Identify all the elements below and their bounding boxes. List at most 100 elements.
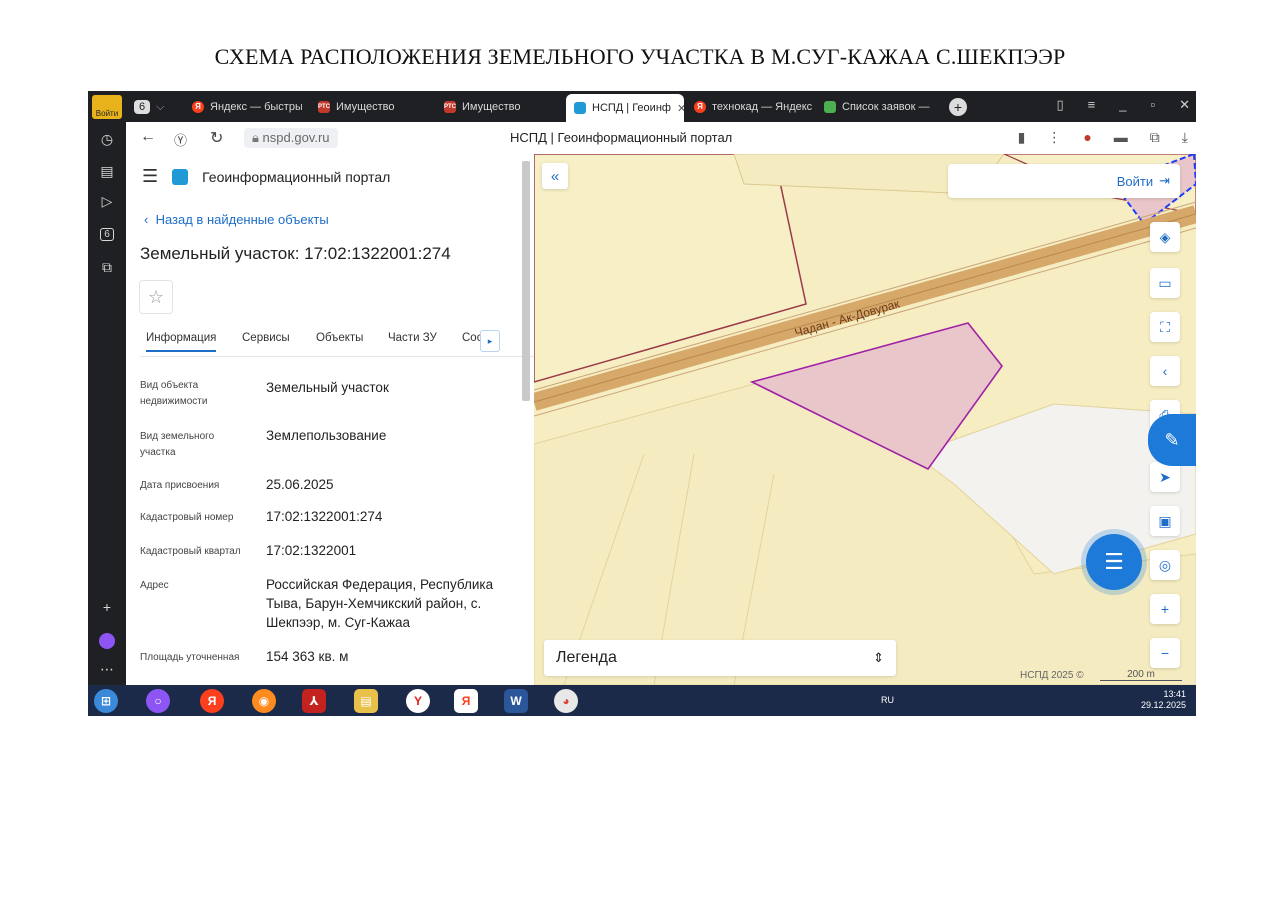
geolocation-button[interactable]: ◎ [1150, 550, 1180, 580]
chat-button[interactable]: ☰ [1086, 534, 1142, 590]
yandex-icon: Я [207, 694, 217, 708]
tab-information[interactable]: Информация [146, 332, 217, 352]
list-icon [824, 101, 836, 113]
yandex-home-icon[interactable]: Ⓨ [174, 130, 187, 149]
reload-icon[interactable]: ↻ [210, 128, 223, 148]
yandex-icon: Я [694, 101, 706, 113]
map-view[interactable]: Чадан - Ак-Довурак « Войти⇥ ◈ ▭ ⛶ ‹ ⎙ ➤ … [534, 154, 1196, 685]
minimap-button[interactable]: ▣ [1150, 506, 1180, 536]
tab-parts[interactable]: Части ЗУ [388, 332, 437, 344]
minimap-icon: ▣ [1158, 512, 1172, 529]
new-tab-button[interactable]: + [946, 95, 970, 119]
url-field[interactable]: 🔒︎ nspd.gov.ru [244, 128, 338, 148]
feedback-side-tab[interactable]: ✎ [1148, 414, 1196, 466]
feedback-icon: ✎ [1164, 429, 1180, 450]
login-badge[interactable]: Войти [92, 95, 122, 119]
portal-name: Геоинформационный портал [202, 168, 391, 185]
system-clock[interactable]: 13:41 29.12.2025 [1141, 689, 1186, 711]
extension-icon[interactable]: ● [1083, 129, 1091, 146]
layers-button[interactable]: ◈ [1150, 222, 1180, 252]
tabs-scroll-right-button[interactable]: ▸ [480, 330, 500, 352]
taskbar-chrome[interactable]: ◕ [554, 689, 578, 713]
more-icon[interactable]: ⋯ [97, 659, 117, 679]
map-attribution: НСПД 2025 © [1020, 670, 1084, 681]
folder-icon: ▤ [360, 694, 372, 708]
taskbar-explorer[interactable]: ▤ [354, 689, 378, 713]
favorite-button[interactable]: ☆ [139, 280, 173, 314]
collections-icon[interactable]: ▤ [97, 161, 117, 181]
tab-nspd[interactable]: НСПД | Геоинф ✕ [566, 94, 684, 122]
taskbar-acrobat[interactable]: ⅄ [302, 689, 326, 713]
label-object-kind: Вид объекта недвижимости [140, 380, 208, 407]
double-chevron-left-icon: « [550, 167, 560, 185]
minimize-icon[interactable]: _ [1119, 97, 1126, 113]
share-button[interactable]: ‹ [1150, 356, 1180, 386]
tab-objects[interactable]: Объекты [316, 332, 363, 344]
label-parcel-kind: Вид земельного участка [140, 431, 215, 458]
restore-icon[interactable]: ▫ [1150, 97, 1155, 113]
language-indicator[interactable]: RU [881, 695, 894, 705]
value-address: Российская Федерация, Республика Тыва, Б… [266, 577, 494, 630]
alice-icon[interactable] [97, 631, 117, 651]
minus-icon: − [1160, 645, 1170, 661]
yandex-browser-icon: Y [413, 694, 422, 708]
taskbar-firefox[interactable]: ◉ [252, 689, 276, 713]
close-tab-icon[interactable]: ✕ [677, 102, 684, 115]
layers-icon: ◈ [1159, 228, 1171, 245]
taskbar-word[interactable]: W [504, 689, 528, 713]
more-vertical-icon[interactable]: ⋮ [1047, 129, 1061, 146]
back-to-results-link[interactable]: ‹ Назад в найденные объекты [144, 212, 329, 227]
tab-property-1[interactable]: РТС Имущество [318, 95, 428, 119]
navigation-icon: ➤ [1159, 468, 1171, 485]
portal-header: ☰ Геоинформационный портал [142, 166, 390, 187]
back-arrow-icon[interactable]: ← [140, 128, 156, 146]
document-title: СХЕМА РАСПОЛОЖЕНИЯ ЗЕМЕЛЬНОГО УЧАСТКА В … [214, 44, 1066, 69]
zoom-in-button[interactable]: + [1150, 594, 1180, 624]
screenshot-icon[interactable]: ⧉ [97, 257, 117, 277]
word-icon: W [510, 694, 522, 708]
taskbar-alice[interactable]: ○ [146, 689, 170, 713]
tabs-counter-icon[interactable]: 6 [97, 224, 117, 244]
ruler-button[interactable]: ▭ [1150, 268, 1180, 298]
locate-button[interactable]: ➤ [1150, 462, 1180, 492]
window-controls: ▯ ≡ _ ▫ ✕ [1057, 97, 1191, 113]
legend-selector[interactable]: Легенда ⇕ [544, 640, 896, 676]
reader-icon[interactable]: ▬ [1114, 129, 1128, 146]
close-window-icon[interactable]: ✕ [1179, 97, 1190, 113]
map-canvas: Чадан - Ак-Довурак [534, 154, 1196, 685]
menu-icon[interactable]: ≡ [1088, 97, 1096, 113]
taskbar-yandex-2[interactable]: Я [454, 689, 478, 713]
panel-scrollbar[interactable] [522, 161, 530, 401]
add-panel-icon[interactable]: + [97, 597, 117, 617]
zoom-out-button[interactable]: − [1150, 638, 1180, 668]
collections-icon[interactable]: ⧉ [1150, 129, 1160, 146]
label-area: Площадь уточненная [140, 652, 240, 663]
map-login-button[interactable]: Войти ⇥ [948, 164, 1180, 198]
play-icon[interactable]: ▷ [97, 191, 117, 211]
plus-icon: + [1160, 601, 1170, 617]
bookmarks-icon[interactable]: ▯ [1057, 97, 1064, 113]
tab-counter[interactable]: 6 ⌵ [134, 95, 164, 119]
bookmark-icon[interactable]: ▮ [1018, 129, 1026, 146]
hamburger-icon[interactable]: ☰ [142, 166, 158, 187]
tab-yandex[interactable]: Я Яндекс — быстрый [192, 95, 302, 119]
value-assign-date: 25.06.2025 [266, 477, 334, 492]
tab-property-2[interactable]: РТС Имущество [444, 95, 554, 119]
collapse-panel-button[interactable]: « [542, 163, 568, 189]
select-area-button[interactable]: ⛶ [1150, 312, 1180, 342]
taskbar-yandex[interactable]: Я [200, 689, 224, 713]
start-button[interactable]: ⊞ [94, 689, 118, 713]
label-address: Адрес [140, 580, 169, 591]
history-icon[interactable]: ◷ [97, 129, 117, 149]
star-icon: ☆ [147, 286, 165, 307]
tab-services[interactable]: Сервисы [242, 332, 290, 344]
tab-applications[interactable]: Список заявок — [824, 95, 936, 119]
login-arrow-icon: ⇥ [1159, 173, 1170, 188]
download-icon[interactable]: ⤓ [1182, 129, 1188, 146]
acrobat-icon: ⅄ [309, 694, 319, 708]
value-object-kind: Земельный участок [266, 380, 389, 395]
tab-technokad[interactable]: Ятехнокад — Яндекс [694, 95, 814, 119]
address-bar: ← Ⓨ ↻ 🔒︎ nspd.gov.ru НСПД | Геоинформаци… [126, 122, 1196, 155]
taskbar-yandex-browser[interactable]: Y [406, 689, 430, 713]
value-parcel-kind: Землепользование [266, 428, 387, 443]
